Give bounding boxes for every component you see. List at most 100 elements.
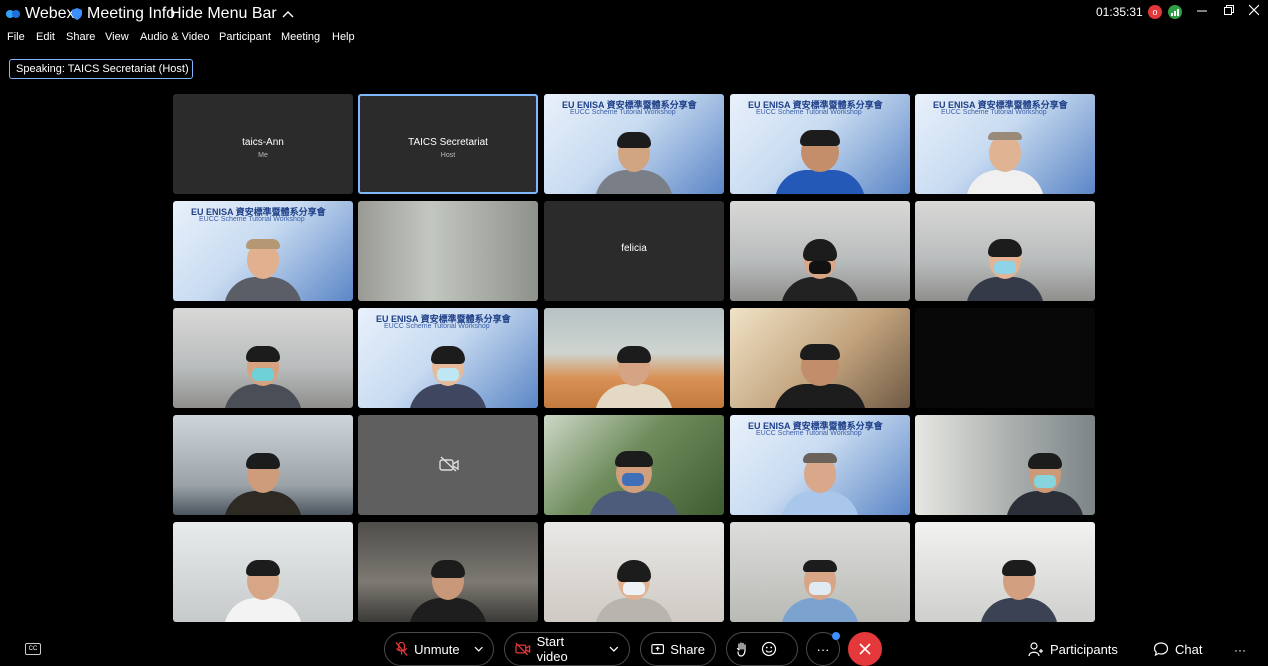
closed-captions-button[interactable]: CC [25,643,41,655]
meeting-info-label: Meeting Info [87,5,176,22]
meeting-clock: 01:35:31 [1096,5,1143,19]
chat-icon [1153,642,1169,657]
shield-icon [72,8,82,20]
active-speaker-label: Speaking: TAICS Secretariat (Host) [9,59,193,79]
video-tile-self[interactable]: taics-Ann Me [173,94,353,194]
participant-name: TAICS Secretariat [408,137,488,148]
hide-menu-bar-label: Hide Menu Bar [170,5,277,22]
video-tile-participant[interactable] [544,308,724,408]
video-off-icon [515,642,531,656]
menu-file[interactable]: File [7,31,25,43]
share-label: Share [670,641,705,657]
participant-video [409,560,487,622]
overflow-icon: ··· [1234,643,1246,657]
participant-video [224,560,302,622]
video-tile-participant[interactable] [915,415,1095,515]
microphone-muted-icon [395,641,408,656]
participant-video [966,239,1044,301]
restore-icon [1224,5,1234,15]
video-tile-participant[interactable] [173,308,353,408]
video-off-icon [439,456,459,472]
network-indicator[interactable] [1168,5,1182,19]
video-tile-participant[interactable]: EU ENISA 資安標準暨體系分享會 EUCC Scheme Tutorial… [173,201,353,301]
participant-video [781,239,859,301]
close-window-button[interactable] [1249,4,1259,16]
video-tile-participant[interactable] [730,522,910,622]
video-tile-felicia[interactable]: felicia [544,201,724,301]
banner-subtitle: EUCC Scheme Tutorial Workshop [756,109,862,116]
menu-meeting[interactable]: Meeting [281,31,320,43]
menu-edit[interactable]: Edit [36,31,55,43]
video-tile-blurred[interactable] [358,201,538,301]
menu-view[interactable]: View [105,31,129,43]
video-tile-participant[interactable] [544,522,724,622]
recording-indicator[interactable]: o [1148,5,1162,19]
video-tile-participant[interactable] [358,522,538,622]
chevron-down-icon[interactable] [474,645,483,653]
leave-meeting-button[interactable] [848,632,882,666]
meeting-info-button[interactable]: Meeting Info [72,5,175,23]
share-screen-icon [651,643,664,654]
participant-video [781,560,859,622]
video-tile-host[interactable]: TAICS Secretariat Host [358,94,538,194]
record-badge-text: o [1152,6,1158,17]
video-tile-participant[interactable] [730,201,910,301]
participant-video [224,239,302,301]
share-button[interactable]: Share [640,632,716,666]
participant-video [224,346,302,408]
minimize-icon [1197,10,1207,12]
banner-subtitle: EUCC Scheme Tutorial Workshop [570,109,676,116]
notification-dot [832,632,840,640]
active-speaker-text: Speaking: TAICS Secretariat (Host) [16,63,189,75]
video-tile-black[interactable] [915,308,1095,408]
participant-video [595,132,673,194]
video-tile-participant[interactable]: EU ENISA 資安標準暨體系分享會 EUCC Scheme Tutorial… [915,94,1095,194]
menu-share[interactable]: Share [66,31,95,43]
participants-button[interactable]: Participants [1028,641,1118,657]
participant-video [774,344,866,408]
menu-help[interactable]: Help [332,31,355,43]
start-video-button[interactable]: Start video [504,632,630,666]
banner-subtitle: EUCC Scheme Tutorial Workshop [384,323,490,330]
overflow-menu-button[interactable]: ··· [1234,643,1246,657]
video-tile-camera-off[interactable] [358,415,538,515]
chat-button[interactable]: Chat [1153,641,1202,657]
video-tile-participant[interactable]: EU ENISA 資安標準暨體系分享會 EUCC Scheme Tutorial… [544,94,724,194]
restore-button[interactable] [1224,4,1234,16]
video-tile-participant[interactable]: EU ENISA 資安標準暨體系分享會 EUCC Scheme Tutorial… [358,308,538,408]
more-options-button[interactable]: ··· [806,632,840,666]
webex-app-label[interactable]: Webex [6,5,75,23]
video-tile-participant[interactable] [173,522,353,622]
participant-video [224,453,302,515]
video-tile-participant[interactable]: EU ENISA 資安標準暨體系分享會 EUCC Scheme Tutorial… [730,94,910,194]
participant-video [966,132,1044,194]
unmute-button[interactable]: Unmute [384,632,494,666]
participant-video [595,560,673,622]
video-tile-participant[interactable] [173,415,353,515]
participant-role: Me [258,152,268,159]
video-tile-participant[interactable]: EU ENISA 資安標準暨體系分享會 EUCC Scheme Tutorial… [730,415,910,515]
more-icon: ··· [816,641,830,657]
reactions-group [726,632,798,666]
minimize-button[interactable] [1197,4,1207,16]
participant-video [595,346,673,408]
signal-icon [1168,5,1182,19]
video-tile-participant[interactable] [915,201,1095,301]
participant-video [1005,453,1084,515]
chevron-down-icon[interactable] [609,645,619,653]
video-tile-participant[interactable] [915,522,1095,622]
video-tile-participant[interactable] [544,415,724,515]
hide-menu-bar-button[interactable]: Hide Menu Bar [170,5,294,23]
participant-name: felicia [621,243,647,254]
participant-video [781,453,859,515]
video-tile-participant[interactable] [730,308,910,408]
webex-logo-icon [6,10,20,18]
menu-participant[interactable]: Participant [219,31,271,43]
participant-video [409,346,487,408]
raise-hand-icon[interactable] [735,641,749,657]
menu-audio-video[interactable]: Audio & Video [140,31,210,43]
app-name: Webex [25,5,75,22]
banner-subtitle: EUCC Scheme Tutorial Workshop [756,430,862,437]
emoji-reaction-icon[interactable] [761,641,777,657]
close-icon [1249,4,1259,16]
